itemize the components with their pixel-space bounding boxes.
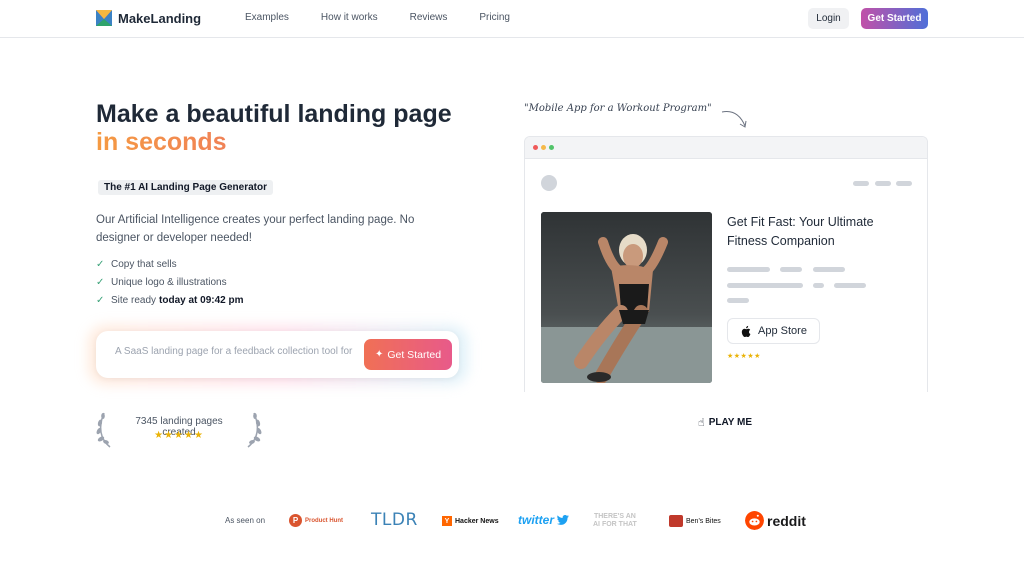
- mock-text-line: [813, 267, 845, 272]
- tldr-logo: TLDR: [371, 510, 418, 530]
- workout-photo: [541, 212, 712, 383]
- curved-arrow-icon: [721, 111, 747, 128]
- laurel-right-icon: [247, 412, 262, 448]
- mock-text-line: [834, 283, 866, 288]
- nav-examples[interactable]: Examples: [245, 12, 289, 23]
- preview-browser-window: Get Fit Fast: Your Ultimate Fitness Comp…: [524, 136, 928, 392]
- window-minimize-dot-icon: [541, 145, 546, 150]
- workout-illustration: [541, 212, 712, 383]
- sparkle-icon: ✦: [374, 349, 384, 360]
- mock-text-line: [727, 298, 749, 303]
- check-icon: ✓: [96, 258, 105, 270]
- as-seen-on-label: As seen on: [225, 516, 266, 525]
- mock-text-line: [727, 283, 803, 288]
- mock-nav-placeholder: [875, 181, 891, 186]
- laurel-left-icon: [96, 412, 111, 448]
- twitter-logo: twitter: [518, 513, 569, 527]
- reddit-text: reddit: [767, 512, 806, 529]
- producthunt-text: Product Hunt: [305, 517, 343, 524]
- mock-nav-placeholder: [853, 181, 869, 186]
- mock-text-line: [813, 283, 824, 288]
- hero-description: Our Artificial Intelligence creates your…: [96, 214, 415, 244]
- twitter-text: twitter: [518, 513, 554, 527]
- feature-text: Unique logo & illustrations: [111, 276, 227, 288]
- example-prompt-hint: "Mobile App for a Workout Program": [524, 103, 712, 114]
- rating-stars-icon: ★★★★★: [154, 430, 204, 441]
- hackernews-icon: Y: [442, 516, 452, 526]
- bensbites-icon: [669, 515, 683, 527]
- hero-badge: The #1 AI Landing Page Generator: [98, 180, 273, 195]
- hero-title-line1: Make a beautiful landing page: [96, 100, 452, 128]
- prompt-get-started-button[interactable]: ✦ Get Started: [364, 339, 452, 370]
- mock-hero-title: Get Fit Fast: Your Ultimate Fitness Comp…: [727, 215, 874, 248]
- login-button[interactable]: Login: [808, 8, 849, 29]
- feature-list: ✓ Copy that sells ✓ Unique logo & illust…: [96, 255, 244, 309]
- check-icon: ✓: [96, 294, 105, 306]
- producthunt-icon: P: [289, 514, 302, 527]
- header-get-started-button[interactable]: Get Started: [861, 8, 928, 29]
- theresanaiforthat-logo: THERE'S AN AI FOR THAT: [593, 513, 637, 529]
- hackernews-text: Hacker News: [455, 517, 499, 525]
- mock-nav-placeholder: [896, 181, 912, 186]
- mock-appstore-button: App Store: [727, 318, 820, 344]
- window-close-dot-icon: [533, 145, 538, 150]
- bensbites-text: Ben's Bites: [686, 517, 721, 525]
- mock-text-line: [780, 267, 802, 272]
- site-ready-time: today at 09:42 pm: [159, 294, 244, 306]
- window-maximize-dot-icon: [549, 145, 554, 150]
- brand[interactable]: MakeLanding: [96, 10, 201, 26]
- reddit-logo: reddit: [745, 511, 806, 530]
- producthunt-logo: P Product Hunt: [289, 514, 343, 527]
- top-navbar: MakeLanding Examples How it works Review…: [0, 0, 1024, 38]
- hero-title: Make a beautiful landing page in seconds: [96, 100, 452, 156]
- mock-text-line: [727, 267, 770, 272]
- appstore-label: App Store: [758, 325, 807, 337]
- nav-reviews[interactable]: Reviews: [410, 12, 448, 23]
- twitter-bird-icon: [557, 515, 569, 525]
- bensbites-logo: Ben's Bites: [669, 515, 721, 527]
- main-nav: Examples How it works Reviews Pricing: [245, 12, 510, 23]
- prompt-input[interactable]: [115, 346, 365, 357]
- mock-rating-stars-icon: ★★★★★: [727, 353, 761, 360]
- apple-icon: [741, 325, 751, 337]
- nav-how-it-works[interactable]: How it works: [321, 12, 378, 23]
- check-icon: ✓: [96, 276, 105, 288]
- click-pointer-icon: ☝: [698, 417, 705, 429]
- prompt-button-label: Get Started: [387, 348, 442, 361]
- aiforthat-text-line1: THERE'S AN: [593, 513, 636, 520]
- makelanding-logo-icon: [96, 10, 112, 26]
- browser-titlebar: [525, 137, 927, 159]
- hero-title-accent: in seconds: [96, 128, 452, 156]
- feature-item: ✓ Unique logo & illustrations: [96, 273, 244, 291]
- play-me-label: PLAY ME: [708, 417, 753, 428]
- play-me-button[interactable]: ☝ PLAY ME: [698, 416, 752, 429]
- brand-name: MakeLanding: [118, 10, 202, 26]
- mock-logo-placeholder: [541, 175, 557, 191]
- nav-pricing[interactable]: Pricing: [479, 12, 510, 23]
- hackernews-logo: Y Hacker News: [442, 516, 499, 526]
- prompt-box: ✦ Get Started: [96, 331, 459, 378]
- feature-item: ✓ Site ready today at 09:42 pm: [96, 291, 244, 309]
- feature-text: Copy that sells: [111, 258, 177, 270]
- feature-text: Site ready: [111, 294, 157, 306]
- feature-item: ✓ Copy that sells: [96, 255, 244, 273]
- tldr-text: TLDR: [371, 510, 418, 530]
- reddit-alien-icon: [745, 511, 764, 530]
- aiforthat-text-line2: AI FOR THAT: [593, 521, 637, 528]
